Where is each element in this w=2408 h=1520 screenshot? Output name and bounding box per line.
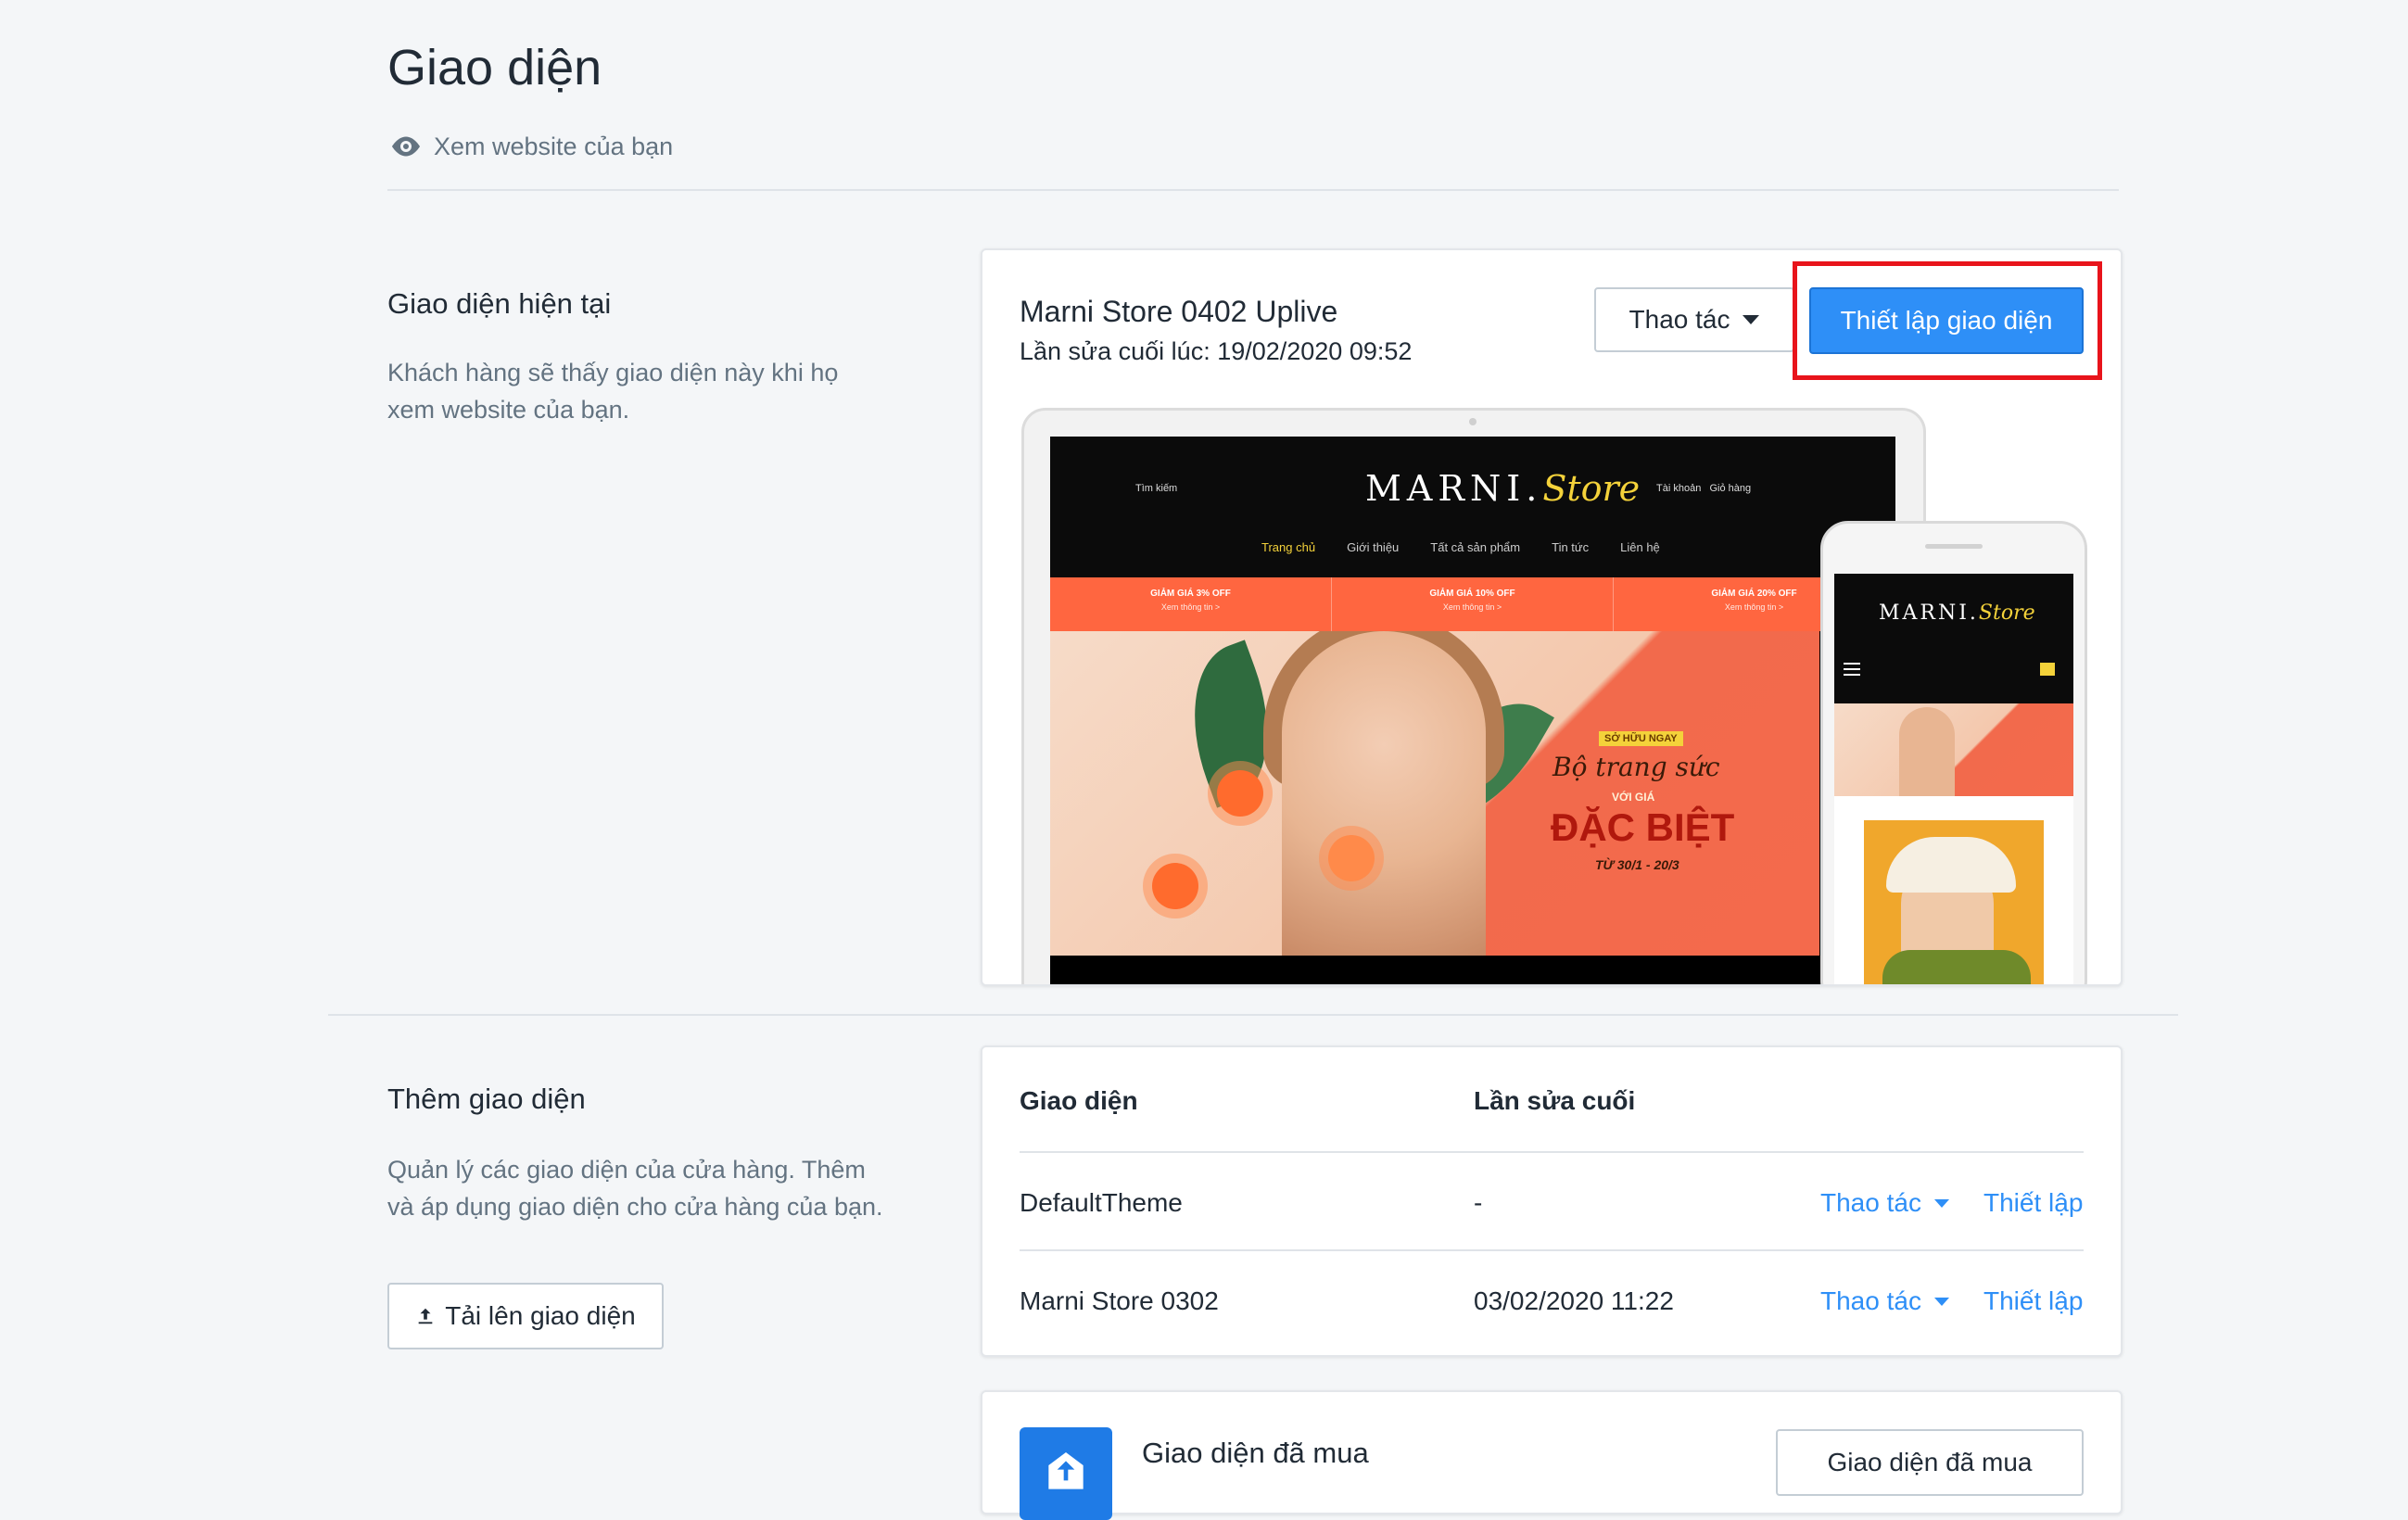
laptop-preview: Tìm kiếm MARNI.Store Tài khoản Giỏ hàng … — [1021, 408, 1926, 984]
row-actions-label: Thao tác — [1820, 1286, 1921, 1315]
phone-hero-model — [1899, 707, 1955, 796]
upload-theme-label: Tải lên giao diện — [445, 1301, 636, 1330]
table-row-last-edit: 03/02/2020 11:22 — [1474, 1286, 1674, 1315]
upload-icon — [418, 1308, 433, 1324]
promo-sub: Xem thông tin > — [1160, 602, 1221, 612]
flower-shape — [1152, 863, 1198, 909]
preview-nav-products: Tất cả sản phẩm — [1430, 540, 1521, 554]
current-theme-name: Marni Store 0402 Uplive — [1020, 295, 1338, 328]
promo-title: GIẢM GIÁ 20% OFF — [1711, 589, 1797, 599]
preview-promo-bar: GIẢM GIÁ 3% OFF Xem thông tin > GIẢM GIÁ … — [1050, 577, 1895, 631]
hero-date: TỪ 30/1 - 20/3 — [1595, 857, 1679, 872]
theme-actions-button[interactable]: Thao tác — [1594, 287, 1794, 352]
preview-logo-store: Store — [1542, 468, 1641, 509]
phone-product-image — [1864, 820, 2044, 984]
phone-logo-store: Store — [1978, 602, 2035, 625]
preview-cart-label: Giỏ hàng — [1709, 483, 1752, 494]
view-site-label: Xem website của bạn — [434, 132, 674, 160]
cart-icon — [2040, 663, 2055, 676]
laptop-screen: Tìm kiếm MARNI.Store Tài khoản Giỏ hàng … — [1050, 437, 1895, 984]
row-actions-label: Thao tác — [1820, 1188, 1921, 1217]
table-row-name: Marni Store 0302 — [1020, 1286, 1219, 1315]
table-row-name: DefaultTheme — [1020, 1188, 1183, 1217]
product-model-hat — [1886, 837, 2016, 893]
phone-header — [1834, 574, 2073, 703]
add-theme-section-desc: Quản lý các giao diện của cửa hàng. Thêm… — [387, 1156, 883, 1221]
preview-nav: Trang chủ Giới thiệu Tất cả sản phẩm Tin… — [1261, 540, 1660, 554]
preview-hero-banner: SỞ HỮU NGAY Bộ trang sức VỚI GIÁ ĐẶC BIỆ… — [1050, 631, 1819, 956]
caret-down-icon — [1743, 315, 1760, 324]
flower-shape — [1217, 770, 1263, 817]
bought-themes-card: Giao diện đã mua Giao diện đã mua — [981, 1390, 2123, 1520]
hero-model — [1282, 631, 1486, 956]
row-setup-link[interactable]: Thiết lập — [1983, 1286, 2083, 1316]
table-divider — [1020, 1249, 2084, 1251]
preview-account: Tài khoản Giỏ hàng — [1656, 483, 1751, 494]
hero-line1: Bộ trang sức — [1553, 752, 1720, 782]
preview-logo: MARNI.Store — [1365, 468, 1640, 509]
eye-icon — [392, 136, 420, 157]
theme-actions-label: Thao tác — [1629, 305, 1730, 334]
preview-nav-news: Tin tức — [1552, 540, 1590, 554]
preview-promo: GIẢM GIÁ 3% OFF Xem thông tin > — [1050, 577, 1332, 631]
current-theme-section-title: Giao diện hiện tại — [387, 287, 612, 320]
phone-logo-main: MARNI. — [1879, 602, 1979, 625]
caret-down-icon — [1933, 1198, 1949, 1208]
highlight-box — [1793, 261, 2102, 380]
hero-tag: SỞ HỮU NGAY — [1599, 731, 1683, 746]
store-icon — [1020, 1427, 1112, 1520]
hamburger-icon — [1844, 663, 1860, 665]
preview-account-label: Tài khoản — [1656, 483, 1702, 494]
phone-hero — [1834, 703, 2073, 796]
row-actions-dropdown[interactable]: Thao tác — [1820, 1286, 1949, 1316]
table-divider — [1020, 1151, 2084, 1153]
table-row-last-edit: - — [1474, 1188, 1483, 1217]
preview-nav-contact: Liên hệ — [1620, 540, 1660, 554]
current-theme-section-desc: Khách hàng sẽ thấy giao diện này khi họ … — [387, 359, 839, 424]
header-divider — [387, 189, 2119, 191]
preview-nav-about: Giới thiệu — [1347, 540, 1400, 554]
preview-promo: GIẢM GIÁ 10% OFF Xem thông tin > — [1332, 577, 1614, 631]
preview-logo-main: MARNI. — [1365, 468, 1543, 509]
phone-preview: MARNI.Store — [1820, 521, 2087, 984]
col-header-theme: Giao diện — [1020, 1086, 1138, 1115]
upload-theme-button[interactable]: Tải lên giao diện — [387, 1283, 664, 1349]
caret-down-icon — [1933, 1297, 1949, 1306]
col-header-last-edit: Lần sửa cuối — [1474, 1086, 1636, 1115]
phone-logo: MARNI.Store — [1879, 602, 2035, 625]
phone-screen: MARNI.Store — [1834, 574, 2073, 984]
add-theme-section-title: Thêm giao diện — [387, 1083, 586, 1115]
product-model-shirt — [1882, 950, 2031, 984]
current-theme-last-edit: Lần sửa cuối lúc: 19/02/2020 09:52 — [1020, 337, 1413, 365]
promo-title: GIẢM GIÁ 3% OFF — [1150, 589, 1231, 599]
promo-title: GIẢM GIÁ 10% OFF — [1429, 589, 1515, 599]
page-title: Giao diện — [387, 40, 602, 95]
bought-themes-button[interactable]: Giao diện đã mua — [1776, 1429, 2084, 1496]
laptop-camera — [1469, 418, 1476, 425]
bought-themes-title: Giao diện đã mua — [1142, 1437, 1369, 1469]
hero-line3: ĐẶC BIỆT — [1551, 805, 1735, 849]
promo-sub: Xem thông tin > — [1442, 602, 1502, 612]
phone-speaker — [1925, 544, 1983, 549]
row-actions-dropdown[interactable]: Thao tác — [1820, 1188, 1949, 1218]
preview-nav-home: Trang chủ — [1261, 540, 1316, 554]
flower-shape — [1328, 835, 1375, 881]
preview-search: Tìm kiếm — [1135, 483, 1178, 494]
row-setup-link[interactable]: Thiết lập — [1983, 1188, 2083, 1218]
hero-line2: VỚI GIÁ — [1612, 791, 1655, 804]
themes-table-card: Giao diện Lần sửa cuối DefaultTheme - Th… — [981, 1045, 2123, 1357]
section-divider — [328, 1014, 2178, 1016]
view-site-link[interactable]: Xem website của bạn — [389, 130, 673, 163]
